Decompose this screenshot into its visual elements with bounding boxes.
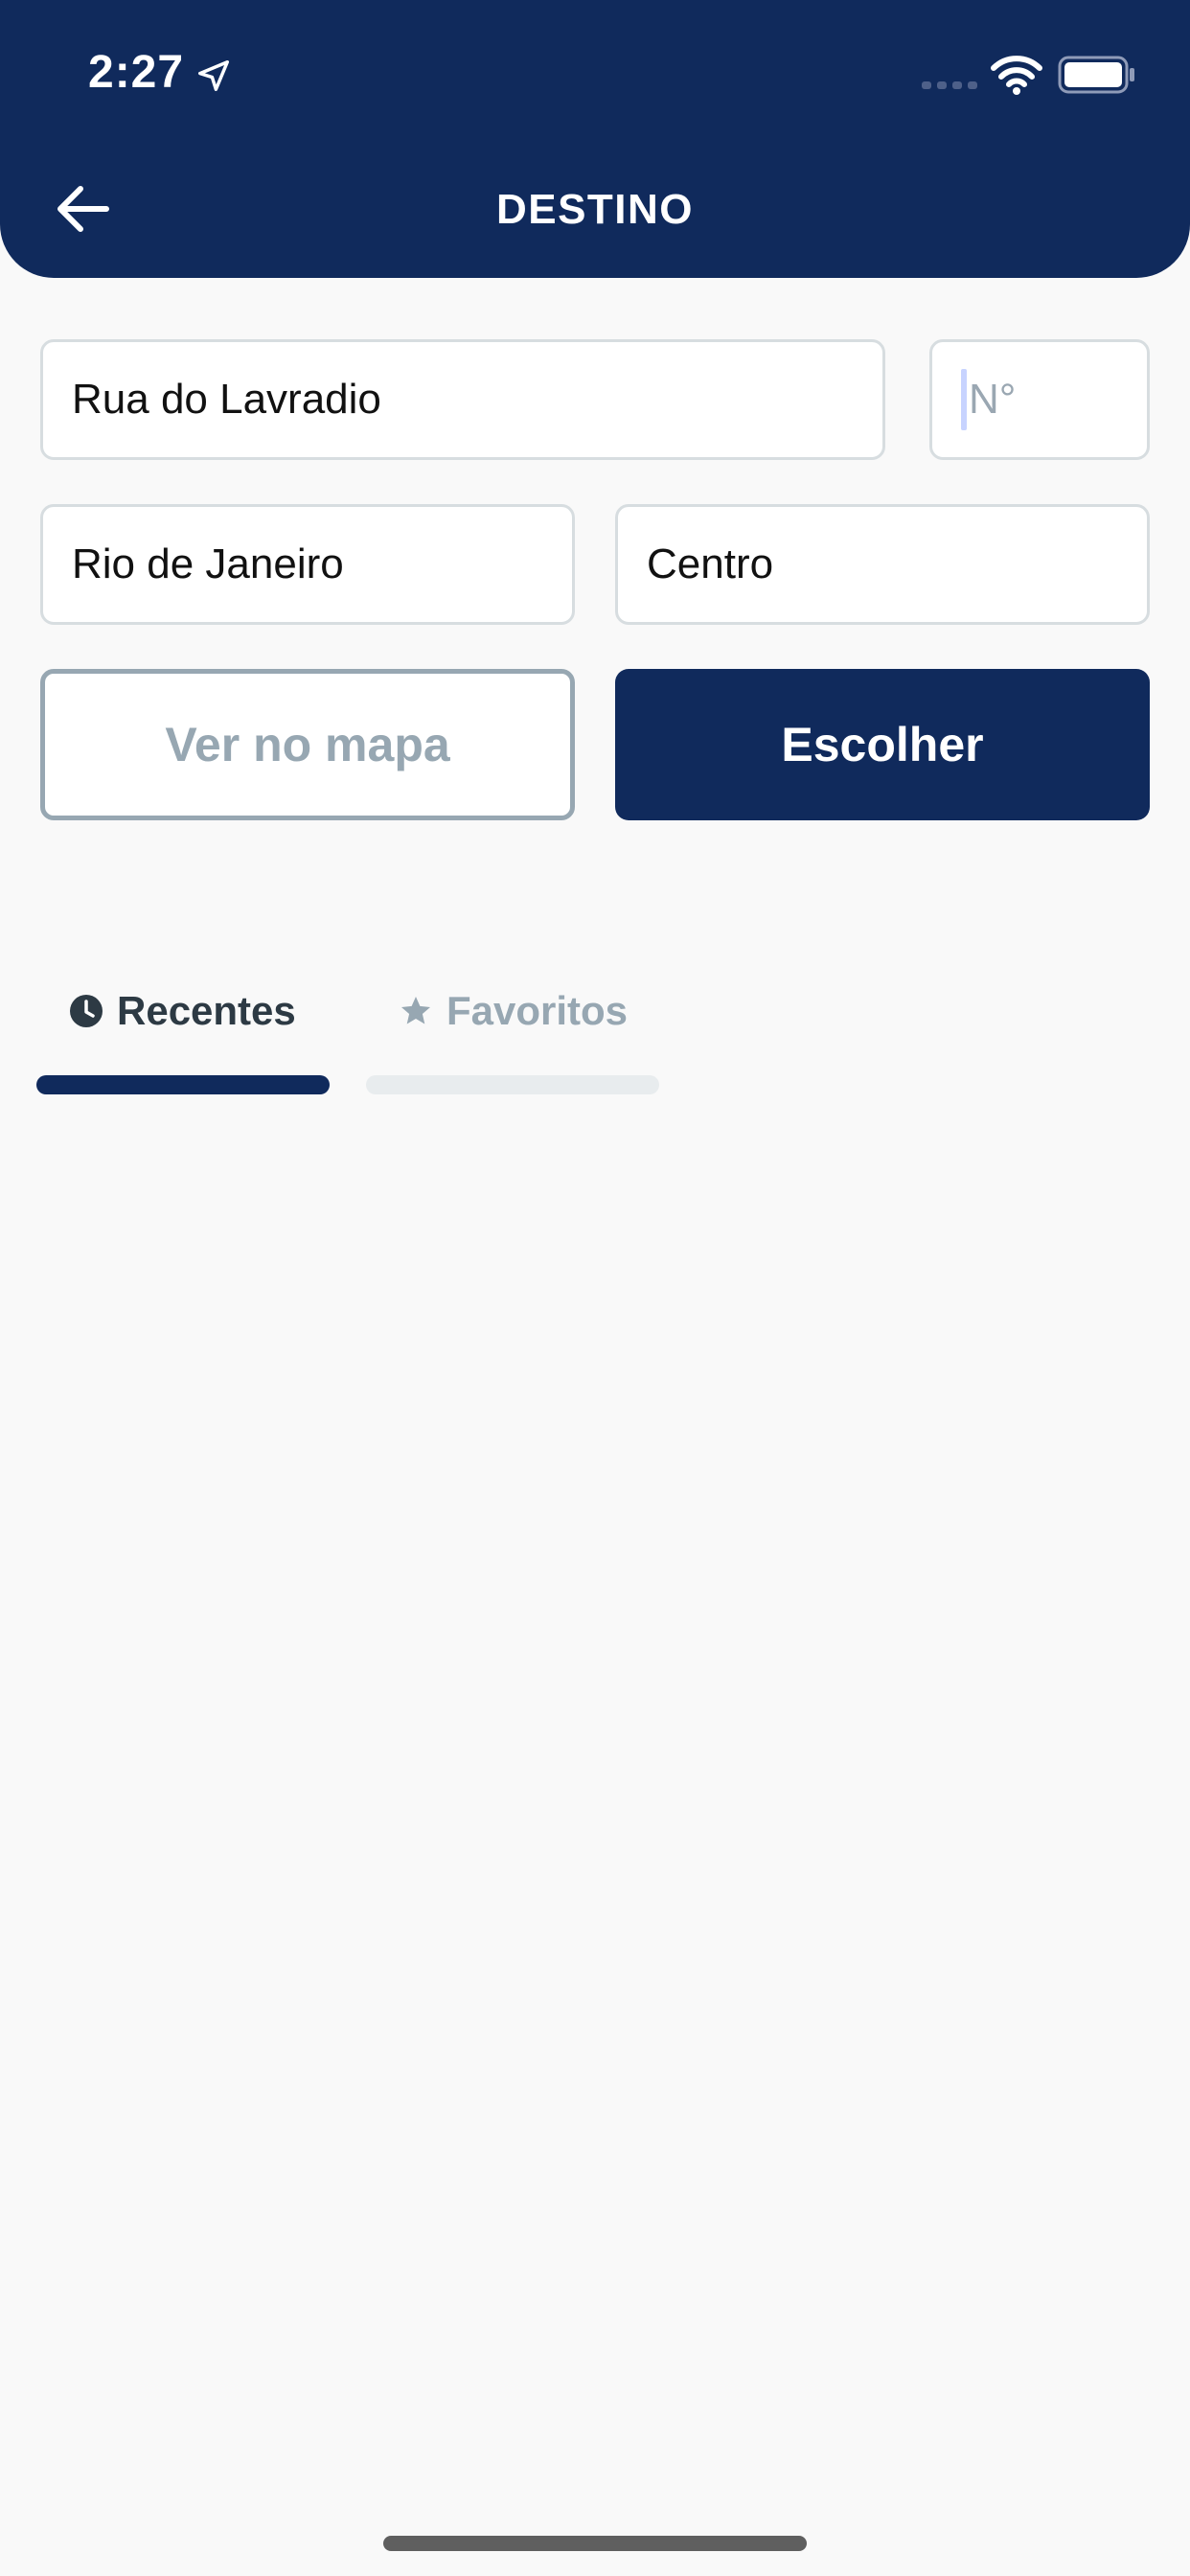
number-input[interactable]: N° (929, 339, 1150, 460)
clock-icon (70, 995, 103, 1027)
location-arrow-icon (198, 60, 229, 91)
battery-icon (1058, 56, 1134, 94)
street-value: Rua do Lavradio (72, 376, 381, 423)
tab-favoritos[interactable]: Favoritos (399, 978, 628, 1045)
wifi-icon (991, 56, 1042, 95)
signal-icon (922, 81, 977, 89)
tab-indicator-inactive (366, 1075, 659, 1094)
city-input[interactable]: Rio de Janeiro (40, 504, 575, 625)
home-indicator (383, 2536, 807, 2551)
text-caret (961, 369, 967, 430)
tab-recentes[interactable]: Recentes (69, 978, 296, 1045)
tab-indicator-active (36, 1075, 330, 1094)
district-input[interactable]: Centro (615, 504, 1150, 625)
status-time: 2:27 (88, 47, 185, 98)
city-value: Rio de Janeiro (72, 540, 344, 587)
view-on-map-button[interactable]: Ver no mapa (40, 669, 575, 820)
header: 2:27 DESTINO (0, 0, 1190, 278)
tab-recentes-label: Recentes (117, 988, 296, 1033)
page-title: DESTINO (495, 186, 695, 233)
street-input[interactable]: Rua do Lavradio (40, 339, 885, 460)
choose-button[interactable]: Escolher (615, 669, 1150, 820)
tab-favoritos-label: Favoritos (446, 988, 629, 1033)
destination-screen: 2:27 DESTINO Rua do Lavradio N° Rio de J… (0, 0, 1190, 2576)
star-icon (401, 997, 430, 1024)
number-placeholder: N° (969, 376, 1017, 423)
district-value: Centro (647, 540, 774, 587)
